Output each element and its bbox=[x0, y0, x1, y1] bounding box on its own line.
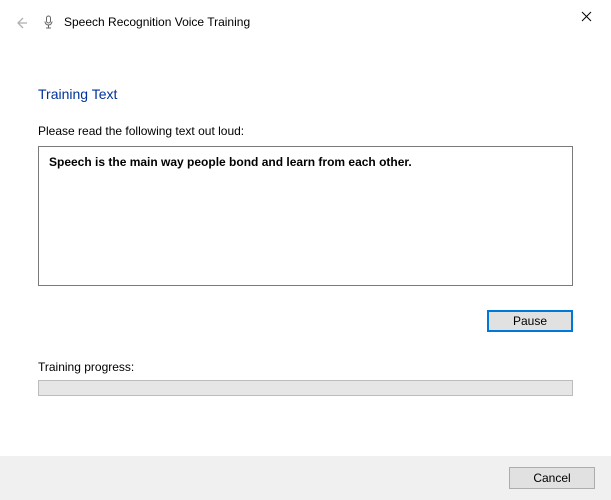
close-icon bbox=[581, 11, 592, 22]
title-bar: Speech Recognition Voice Training bbox=[0, 0, 611, 44]
training-text-box: Speech is the main way people bond and l… bbox=[38, 146, 573, 286]
microphone-icon bbox=[40, 14, 56, 30]
progress-bar bbox=[38, 380, 573, 396]
section-heading: Training Text bbox=[38, 86, 573, 102]
window-title: Speech Recognition Voice Training bbox=[64, 15, 250, 29]
main-content: Training Text Please read the following … bbox=[0, 86, 611, 396]
training-text: Speech is the main way people bond and l… bbox=[49, 155, 412, 169]
pause-button[interactable]: Pause bbox=[487, 310, 573, 332]
pause-row: Pause bbox=[38, 310, 573, 332]
instruction-text: Please read the following text out loud: bbox=[38, 124, 573, 138]
cancel-button[interactable]: Cancel bbox=[509, 467, 595, 489]
back-arrow-icon bbox=[12, 14, 30, 32]
progress-label: Training progress: bbox=[38, 360, 573, 374]
close-button[interactable] bbox=[571, 4, 601, 28]
footer-bar: Cancel bbox=[0, 456, 611, 500]
